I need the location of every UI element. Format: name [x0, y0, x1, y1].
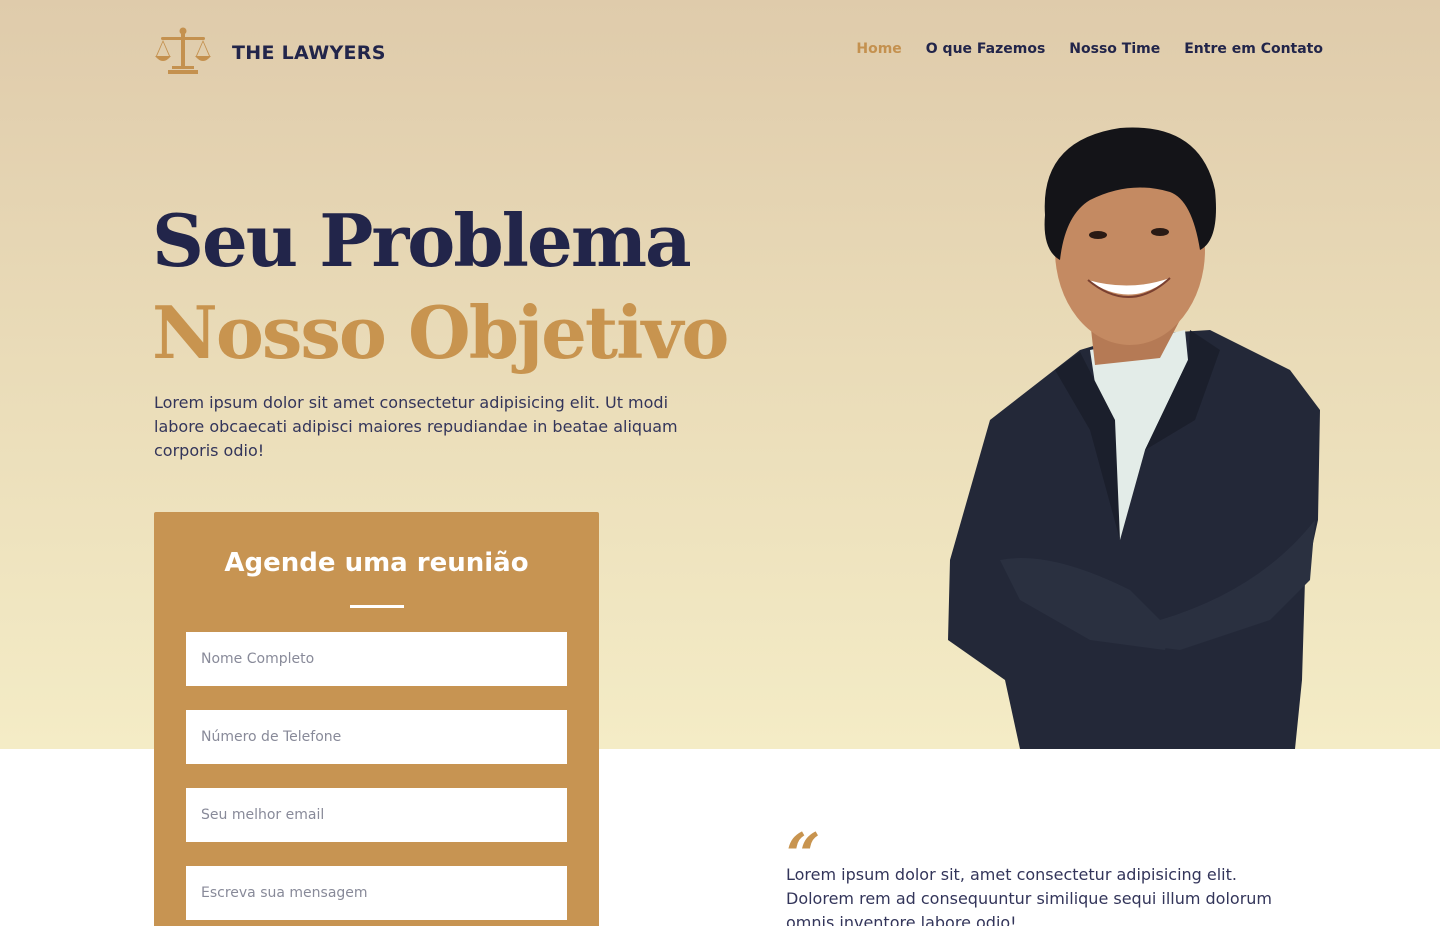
brand-name: THE LAWYERS — [232, 42, 386, 64]
scales-of-justice-icon — [153, 26, 213, 80]
nav-item-nosso-time[interactable]: Nosso Time — [1069, 41, 1160, 57]
hero-title-line1: Seu Problema — [152, 198, 692, 283]
hero-description: Lorem ipsum dolor sit amet consectetur a… — [154, 393, 678, 460]
nav-item-entre-em-contato[interactable]: Entre em Contato — [1184, 41, 1323, 57]
main-nav: Home O que Fazemos Nosso Time Entre em C… — [832, 41, 1323, 57]
email-input[interactable] — [186, 788, 567, 842]
brand-logo[interactable]: THE LAWYERS — [153, 26, 386, 80]
message-input[interactable] — [186, 866, 567, 920]
lawyer-portrait-image — [930, 120, 1340, 749]
nav-item-o-que-fazemos[interactable]: O que Fazemos — [926, 41, 1046, 57]
nav-item-home[interactable]: Home — [856, 41, 901, 57]
testimonial-text: Lorem ipsum dolor sit, amet consectetur … — [786, 865, 1273, 926]
form-title-divider — [349, 605, 404, 608]
hero-title-line2: Nosso Objetivo — [152, 290, 729, 375]
full-name-input[interactable] — [186, 632, 567, 686]
phone-input[interactable] — [186, 710, 567, 764]
form-title: Agende uma reunião — [224, 548, 529, 578]
appointment-form: Agende uma reunião — [154, 512, 599, 926]
